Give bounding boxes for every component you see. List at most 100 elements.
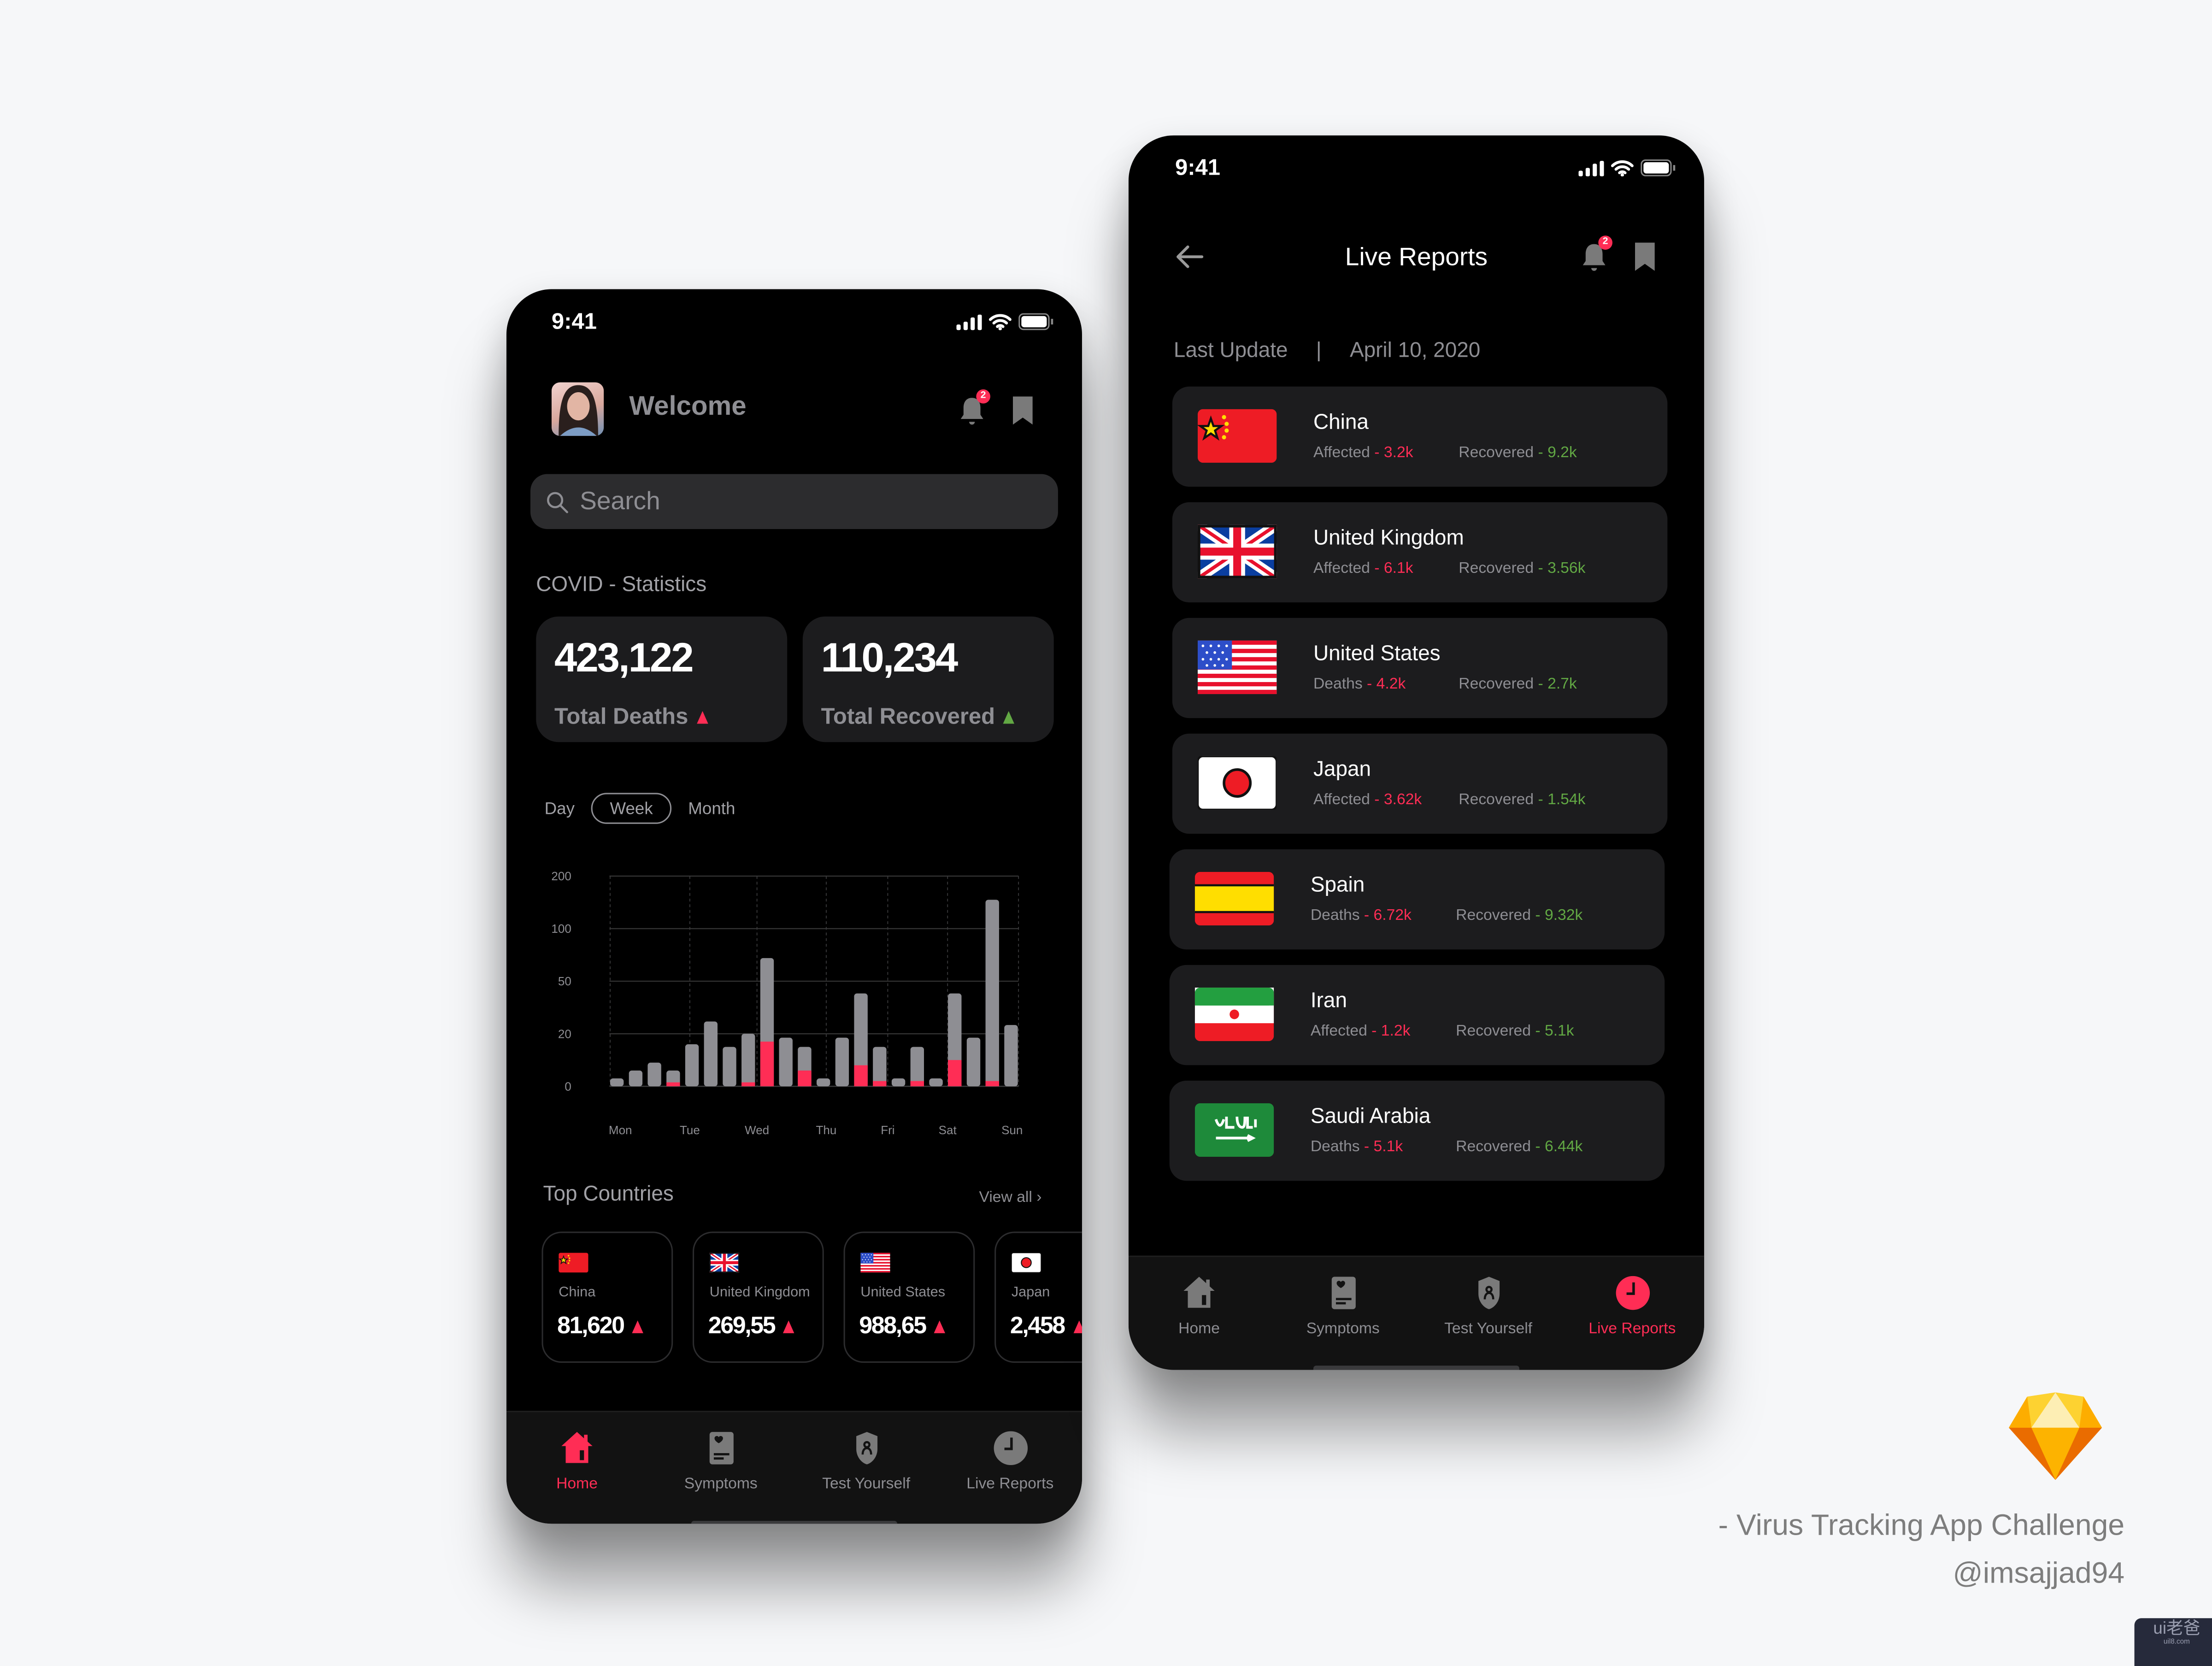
tab-label: Live Reports — [1588, 1320, 1676, 1338]
country-card[interactable]: Japan 2,458 — [994, 1231, 1082, 1363]
sketch-logo — [2009, 1392, 2102, 1480]
report-card[interactable]: United Kingdom Affected - 6.1k Recovered -… — [1172, 502, 1668, 603]
recovered-stat-value: 6.44k — [1544, 1138, 1583, 1156]
last-update-label: Last Update — [1173, 338, 1288, 363]
primary-stat-label: Affected — [1310, 1023, 1367, 1040]
symptoms-icon — [709, 1432, 733, 1465]
bar-total — [741, 1034, 755, 1087]
report-card[interactable]: Japan Affected - 3.62k Recovered - 1.54k — [1172, 733, 1668, 834]
period-tab-week[interactable]: Week — [591, 793, 671, 824]
recovered-stat-value: 9.2k — [1547, 444, 1577, 462]
trend-up-icon — [696, 711, 708, 724]
primary-stat: Affected - 6.1k — [1313, 560, 1413, 577]
bookmark-icon[interactable] — [1012, 396, 1033, 425]
recovered-stat: Recovered - 2.7k — [1459, 676, 1577, 693]
bar-total — [704, 1021, 718, 1087]
last-update-separator: | — [1316, 338, 1322, 363]
watermark: ui老爸 uil8.com — [2134, 1618, 2212, 1666]
period-selector: Day Week Month — [545, 793, 753, 824]
tab-test-yourself[interactable]: Test Yourself — [1425, 1274, 1552, 1337]
bar-total — [985, 900, 999, 1087]
primary-stat: Deaths - 5.1k — [1310, 1138, 1403, 1156]
tab-home[interactable]: Home — [513, 1429, 641, 1493]
y-tick-label: 20 — [558, 1027, 571, 1041]
tab-bar: Home Symptoms Test Yourself Live Reports — [1128, 1255, 1704, 1370]
period-tab-day[interactable]: Day — [545, 799, 575, 818]
last-update: Last Update | April 10, 2020 — [1174, 339, 1480, 363]
x-tick-label: Tue — [680, 1123, 700, 1136]
page-title: Live Reports — [1345, 242, 1488, 271]
notifications-button[interactable]: 2 — [1580, 235, 1612, 279]
total-deaths-label-text: Total Deaths — [554, 705, 688, 730]
country-card[interactable]: China 81,620 — [541, 1231, 673, 1363]
total-recovered-card[interactable]: 110,234 Total Recovered — [802, 616, 1054, 742]
country-card[interactable]: United States 988,65 — [843, 1231, 975, 1363]
total-deaths-card[interactable]: 423,122 Total Deaths — [536, 616, 788, 742]
country-value: 988,65 — [859, 1312, 946, 1340]
country-name: United Kingdom — [1313, 526, 1464, 550]
search-input[interactable] — [577, 485, 1006, 518]
report-card[interactable]: Spain Deaths - 6.72k Recovered - 9.32k — [1169, 849, 1665, 950]
country-value-text: 2,458 — [1010, 1312, 1065, 1339]
primary-stat-value: 3.2k — [1383, 444, 1413, 462]
recovered-stat-value: 5.1k — [1544, 1023, 1574, 1040]
welcome-title: Welcome — [629, 392, 747, 422]
bar-deaths — [910, 1081, 924, 1087]
country-name: United States — [1313, 642, 1441, 666]
live-reports-phone: 9:41 Live Reports 2 Last Update | April … — [1128, 135, 1704, 1370]
country-value: 269,55 — [708, 1312, 795, 1340]
tab-test-yourself[interactable]: Test Yourself — [803, 1429, 930, 1493]
tab-symptoms[interactable]: Symptoms — [658, 1429, 785, 1493]
bar-total — [1004, 1025, 1018, 1087]
status-icons — [1578, 159, 1676, 177]
avatar[interactable] — [551, 382, 604, 436]
tab-bar: Home Symptoms Test Yourself Live Reports — [506, 1411, 1082, 1524]
tab-home[interactable]: Home — [1135, 1274, 1263, 1337]
bar-total — [610, 1078, 624, 1087]
country-card[interactable]: United Kingdom 269,55 — [693, 1231, 824, 1363]
bar-total — [816, 1078, 830, 1087]
notifications-button[interactable]: 2 — [958, 389, 990, 433]
tab-label: Home — [1178, 1320, 1220, 1338]
report-card[interactable]: China Affected - 3.2k Recovered - 9.2k — [1172, 386, 1668, 487]
tab-symptoms[interactable]: Symptoms — [1280, 1274, 1407, 1337]
uk-flag-icon — [708, 1251, 741, 1274]
recovered-stat-label: Recovered — [1456, 907, 1531, 924]
trend-up-icon — [1073, 1320, 1082, 1333]
footer-caption: - Virus Tracking App Challenge — [1718, 1509, 2125, 1542]
x-tick-label: Sun — [1001, 1123, 1023, 1136]
recovered-stat-value: 2.7k — [1547, 676, 1577, 693]
china-flag-icon — [1197, 409, 1277, 463]
bar-total — [966, 1037, 981, 1087]
bar-deaths — [798, 1070, 812, 1087]
home-icon — [1182, 1277, 1214, 1308]
japan-flag-icon — [1011, 1252, 1042, 1273]
bar-total — [723, 1047, 736, 1087]
signal-icon — [956, 314, 982, 330]
primary-stat-label: Affected — [1313, 444, 1370, 462]
symptoms-icon — [1331, 1277, 1355, 1309]
shield-user-icon — [1477, 1277, 1499, 1309]
primary-stat-value: 1.2k — [1381, 1023, 1411, 1040]
bookmark-icon[interactable] — [1635, 242, 1655, 271]
search-bar[interactable] — [530, 474, 1058, 529]
y-tick-label: 50 — [558, 974, 571, 988]
recovered-stat: Recovered - 3.56k — [1459, 560, 1586, 577]
country-value: 2,458 — [1010, 1312, 1082, 1340]
period-tab-month[interactable]: Month — [688, 799, 735, 818]
top-countries-title: Top Countries — [543, 1182, 674, 1207]
uk-flag-icon — [1194, 520, 1280, 583]
bar-total — [835, 1037, 849, 1087]
us-flag-icon — [1197, 640, 1277, 695]
search-icon — [547, 491, 568, 512]
us-flag-icon — [860, 1253, 890, 1273]
report-card[interactable]: Iran Affected - 1.2k Recovered - 5.1k — [1169, 965, 1665, 1066]
view-all-label: View all — [979, 1189, 1032, 1207]
tab-live-reports[interactable]: Live Reports — [1569, 1274, 1696, 1337]
report-card[interactable]: Saudi Arabia Deaths - 5.1k Recovered - 6.4… — [1169, 1080, 1665, 1181]
tab-live-reports[interactable]: Live Reports — [947, 1429, 1074, 1493]
report-card[interactable]: United States Deaths - 4.2k Recovered - 2.… — [1172, 618, 1668, 718]
view-all-link[interactable]: View all › — [979, 1189, 1041, 1207]
japan-flag-icon — [1196, 755, 1278, 811]
primary-stat-value: 4.2k — [1376, 676, 1406, 693]
